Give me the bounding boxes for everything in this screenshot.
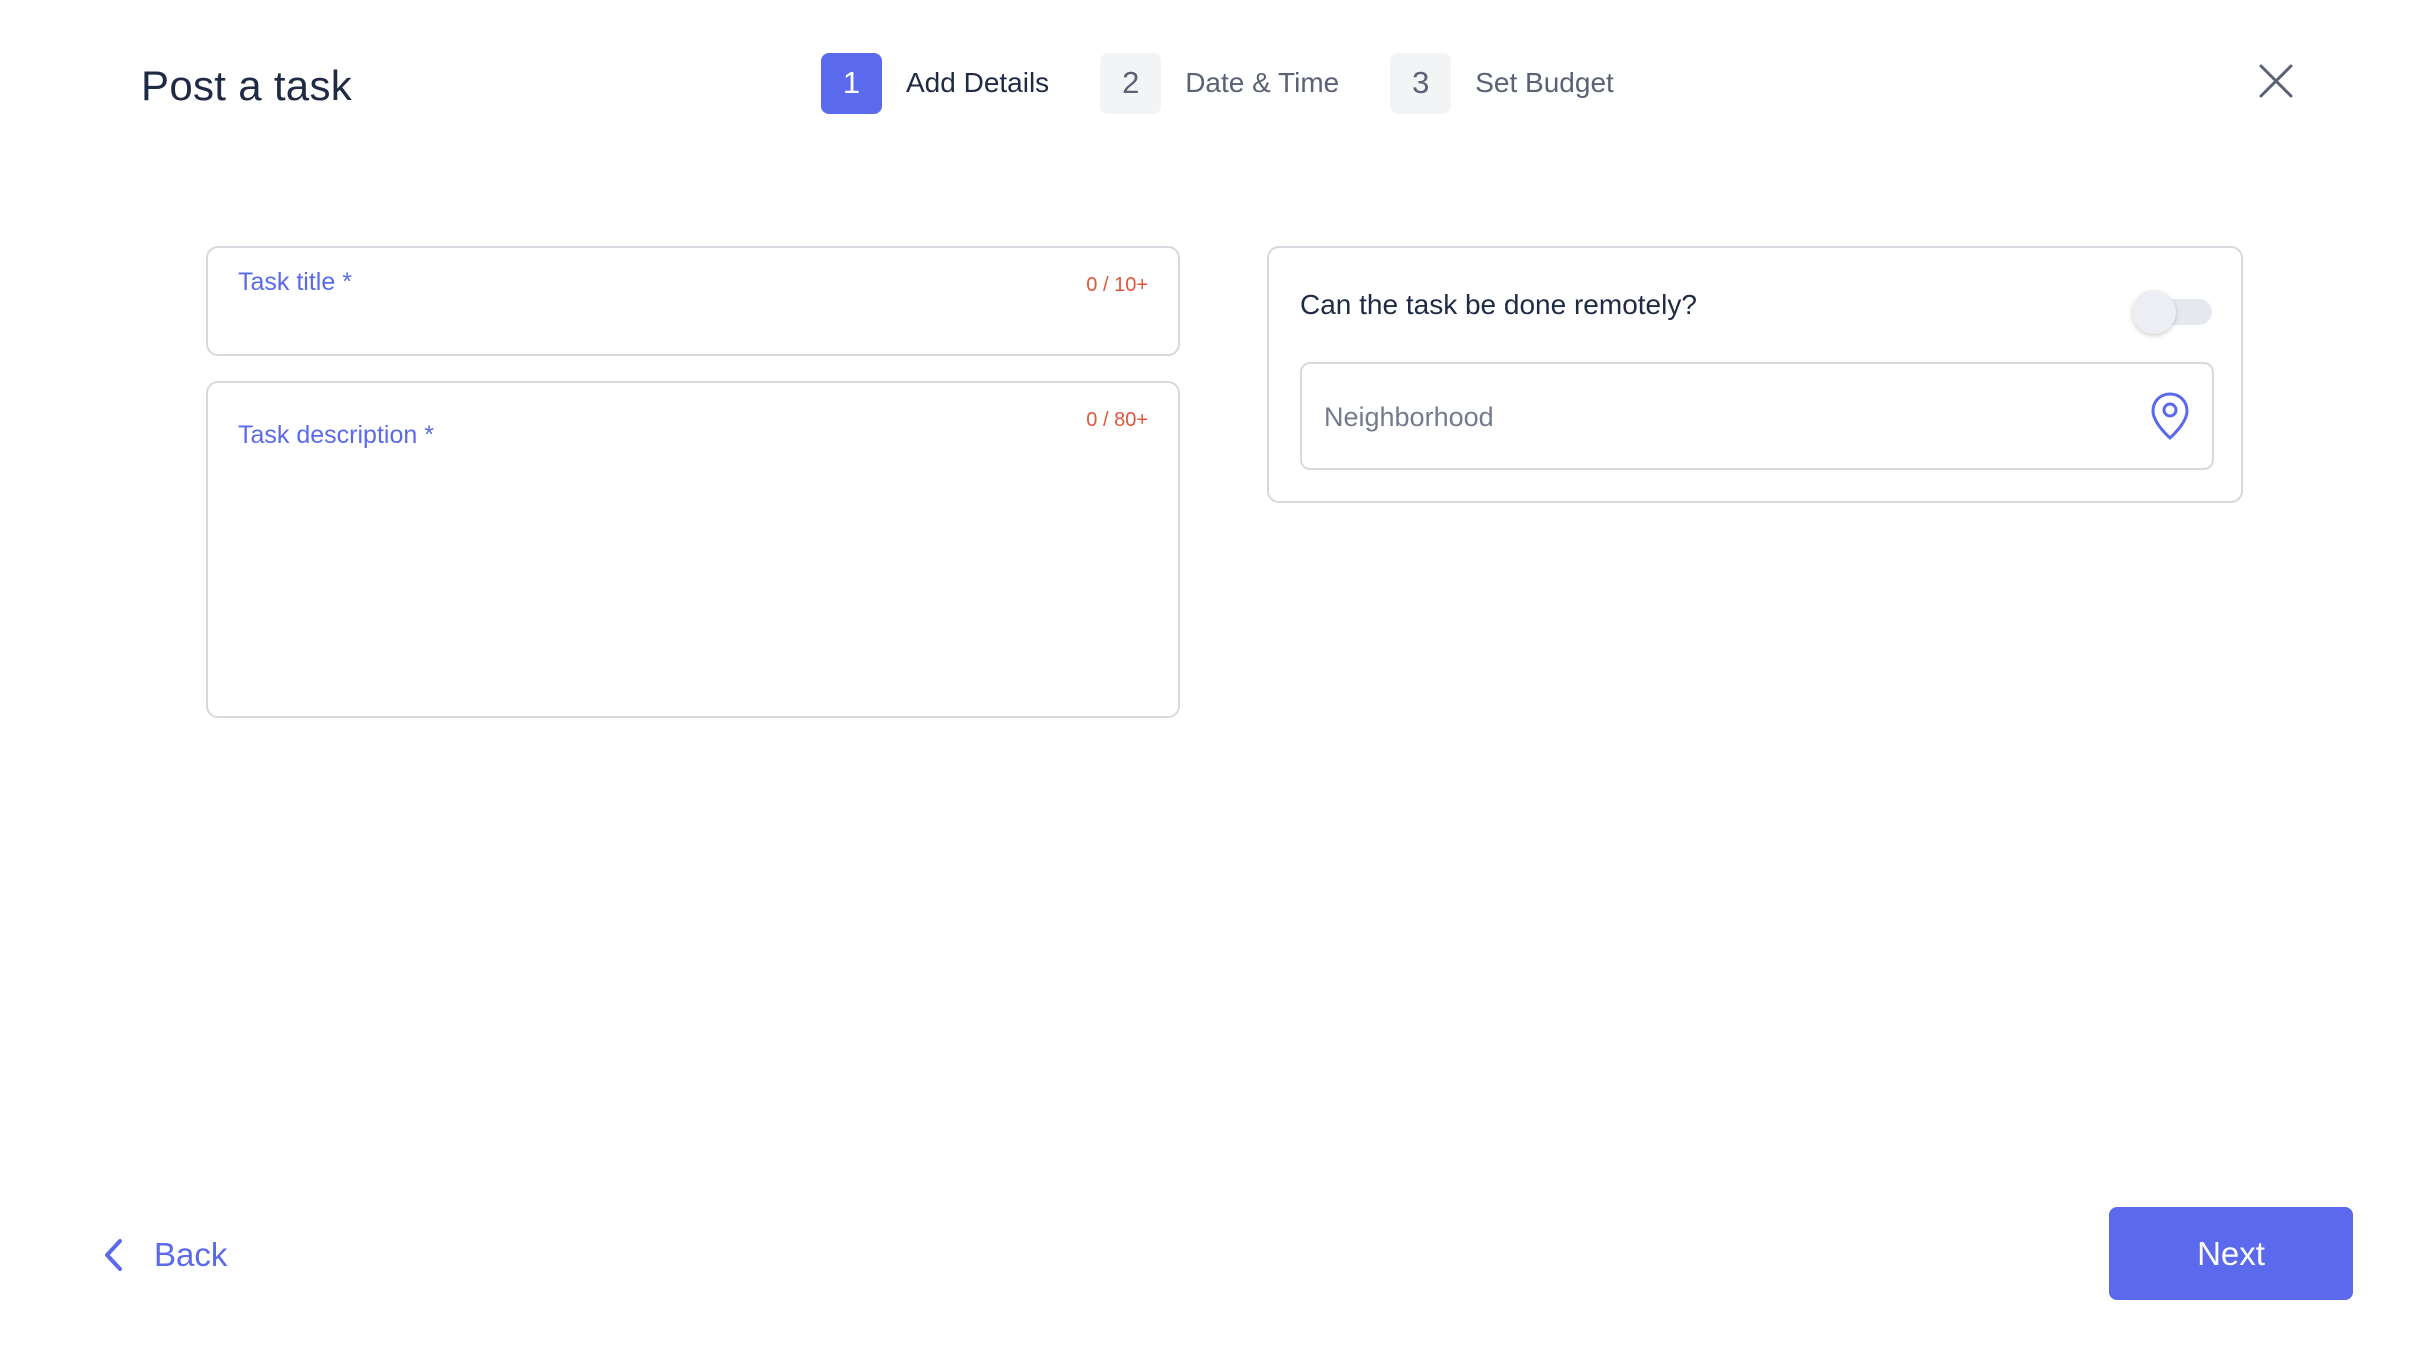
- remote-toggle[interactable]: [2132, 286, 2212, 336]
- step-add-details[interactable]: 1 Add Details: [821, 52, 1050, 114]
- next-button[interactable]: Next: [2109, 1207, 2353, 1300]
- task-title-field[interactable]: Task title * 0 / 10+: [206, 246, 1180, 356]
- step-number: 1: [821, 52, 882, 114]
- back-label: Back: [154, 1236, 228, 1273]
- neighborhood-field[interactable]: [1300, 362, 2214, 470]
- task-description-field[interactable]: Task description * 0 / 80+: [206, 381, 1180, 718]
- task-description-input[interactable]: [238, 469, 1138, 689]
- step-set-budget[interactable]: 3 Set Budget: [1390, 52, 1614, 114]
- task-title-input[interactable]: [238, 306, 1138, 344]
- close-button[interactable]: [2257, 62, 2295, 100]
- page-title: Post a task: [141, 62, 353, 109]
- back-button[interactable]: Back: [100, 1228, 227, 1282]
- step-label: Set Budget: [1475, 67, 1614, 98]
- step-date-time[interactable]: 2 Date & Time: [1100, 52, 1340, 114]
- neighborhood-input[interactable]: [1324, 398, 2124, 436]
- map-pin-icon[interactable]: [2149, 391, 2191, 441]
- task-description-label: Task description *: [238, 421, 434, 449]
- step-label: Date & Time: [1185, 67, 1340, 98]
- remote-options-card: Can the task be done remotely?: [1267, 246, 2243, 503]
- remote-question: Can the task be done remotely?: [1300, 289, 1697, 320]
- task-title-counter: 0 / 10+: [1086, 274, 1148, 296]
- step-number: 3: [1390, 52, 1452, 114]
- stepper: 1 Add Details 2 Date & Time 3 Set Budget: [821, 52, 1614, 114]
- step-label: Add Details: [906, 67, 1050, 98]
- close-icon: [2259, 64, 2293, 98]
- toggle-knob: [2132, 290, 2176, 334]
- chevron-left-icon: [105, 1239, 122, 1271]
- task-title-label: Task title *: [238, 268, 352, 296]
- step-number: 2: [1100, 52, 1162, 114]
- task-description-counter: 0 / 80+: [1086, 409, 1148, 431]
